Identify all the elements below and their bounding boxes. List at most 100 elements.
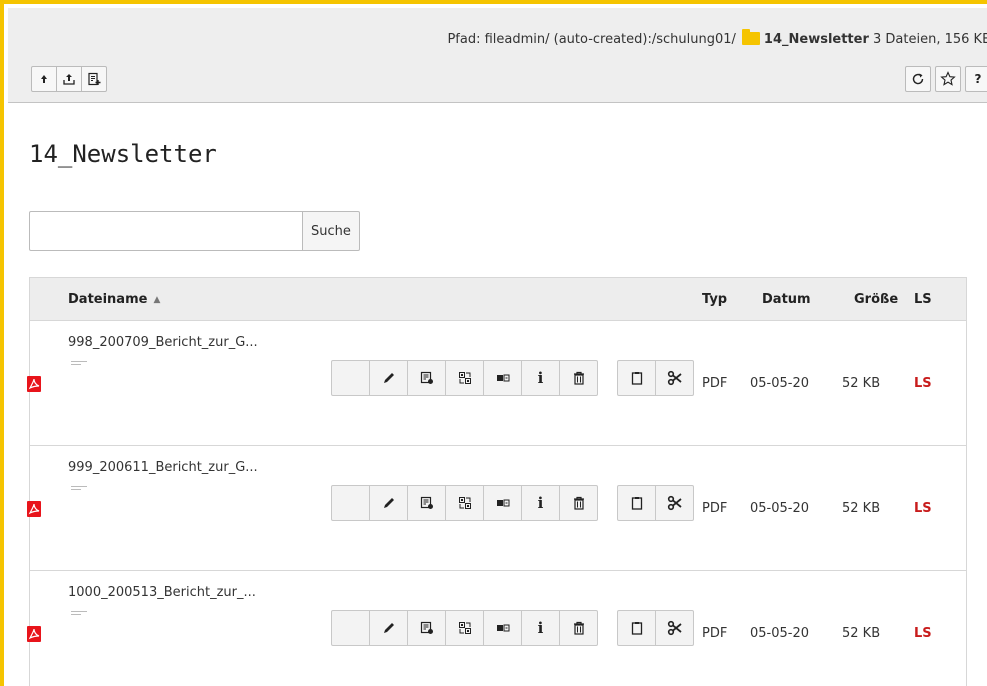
file-date: 05-05-20 [750,501,810,516]
file-thumbnail [71,361,89,371]
pdf-file-icon[interactable] [27,626,41,642]
replace-button[interactable] [445,360,484,396]
info-icon: i [537,619,544,637]
column-header-date[interactable]: Datum [762,292,811,307]
table-header: Dateiname ▲ Typ Datum Größe LS [30,278,966,321]
info-button[interactable]: i [521,485,560,521]
bookmark-star-icon [940,71,956,86]
placeholder-button [331,485,370,521]
file-date: 05-05-20 [750,376,810,391]
ls-link[interactable]: LS [914,626,932,641]
folder-info: 3 Dateien, 156 KB [873,32,987,47]
help-button[interactable]: ? [965,66,987,92]
delete-icon [573,371,584,385]
new-file-icon [88,72,101,86]
info-button[interactable]: i [521,610,560,646]
search-button[interactable]: Suche [303,211,360,251]
toolbar-right: ? [905,66,987,92]
pdf-file-icon[interactable] [27,501,41,517]
clipboard-icon [631,622,642,635]
table-row: 998_200709_Bericht_zur_G... i PDF 05-05-… [27,321,966,446]
delete-button[interactable] [559,360,598,396]
table-row: 999_200611_Bericht_zur_G... i PDF 05-05-… [27,446,966,571]
rename-button[interactable] [407,360,446,396]
metadata-button[interactable] [483,610,522,646]
help-icon: ? [974,72,982,86]
replace-icon [458,497,471,509]
search-group: Suche [29,211,360,251]
column-header-type[interactable]: Typ [702,292,727,307]
clipboard-actions [617,485,694,521]
copy-button[interactable] [617,610,656,646]
edit-icon [383,498,394,508]
edit-button[interactable] [369,360,408,396]
cut-button[interactable] [655,610,694,646]
file-size: 52 KB [842,501,881,516]
cut-icon [667,495,682,511]
metadata-button[interactable] [483,360,522,396]
info-icon: i [537,494,544,512]
rename-icon [420,371,433,384]
clipboard-icon [631,497,642,510]
column-header-name[interactable]: Dateiname ▲ [68,292,160,307]
file-date: 05-05-20 [750,626,810,641]
file-type: PDF [702,376,728,391]
upload-parent-icon [41,75,47,83]
sort-asc-icon: ▲ [153,295,161,305]
page-title: 14_Newsletter [29,140,217,168]
row-actions: i [331,610,598,646]
clipboard-actions [617,610,694,646]
bookmark-button[interactable] [935,66,961,92]
rename-button[interactable] [407,485,446,521]
reload-button[interactable] [905,66,931,92]
delete-button[interactable] [559,610,598,646]
replace-button[interactable] [445,485,484,521]
search-input[interactable] [29,211,303,251]
edit-button[interactable] [369,610,408,646]
file-name-link[interactable]: 1000_200513_Bericht_zur_... [68,585,256,600]
delete-button[interactable] [559,485,598,521]
upload-parent-button[interactable] [31,66,57,92]
placeholder-button [331,360,370,396]
column-header-size[interactable]: Größe [854,292,898,307]
metadata-icon [496,499,509,507]
file-name-link[interactable]: 999_200611_Bericht_zur_G... [68,460,258,475]
column-header-ls[interactable]: LS [914,292,932,307]
edit-icon [383,623,394,633]
metadata-button[interactable] [483,485,522,521]
pdf-file-icon[interactable] [27,376,41,392]
file-table: Dateiname ▲ Typ Datum Größe LS 998_200709… [27,277,967,686]
row-actions: i [331,360,598,396]
file-name-link[interactable]: 998_200709_Bericht_zur_G... [68,335,258,350]
reload-icon [912,73,924,85]
edit-icon [383,373,394,383]
copy-button[interactable] [617,360,656,396]
cut-button[interactable] [655,360,694,396]
file-thumbnail [71,486,89,496]
metadata-icon [496,624,509,632]
rename-button[interactable] [407,610,446,646]
folder-name: 14_Newsletter [763,32,869,47]
cut-icon [667,620,682,636]
delete-icon [573,496,584,510]
file-size: 52 KB [842,376,881,391]
upload-icon [63,74,75,85]
info-button[interactable]: i [521,360,560,396]
ls-link[interactable]: LS [914,501,932,516]
toolbar-left [31,66,107,92]
new-file-button[interactable] [81,66,107,92]
edit-button[interactable] [369,485,408,521]
app-frame: Pfad: fileadmin/ (auto-created):/schulun… [0,0,987,686]
clipboard-icon [631,372,642,385]
doc-header: Pfad: fileadmin/ (auto-created):/schulun… [8,8,987,103]
cut-button[interactable] [655,485,694,521]
upload-button[interactable] [56,66,82,92]
file-type: PDF [702,501,728,516]
placeholder-button [331,610,370,646]
info-icon: i [537,369,544,387]
ls-link[interactable]: LS [914,376,932,391]
copy-button[interactable] [617,485,656,521]
replace-icon [458,622,471,634]
replace-button[interactable] [445,610,484,646]
path-bar: Pfad: fileadmin/ (auto-created):/schulun… [447,29,987,47]
